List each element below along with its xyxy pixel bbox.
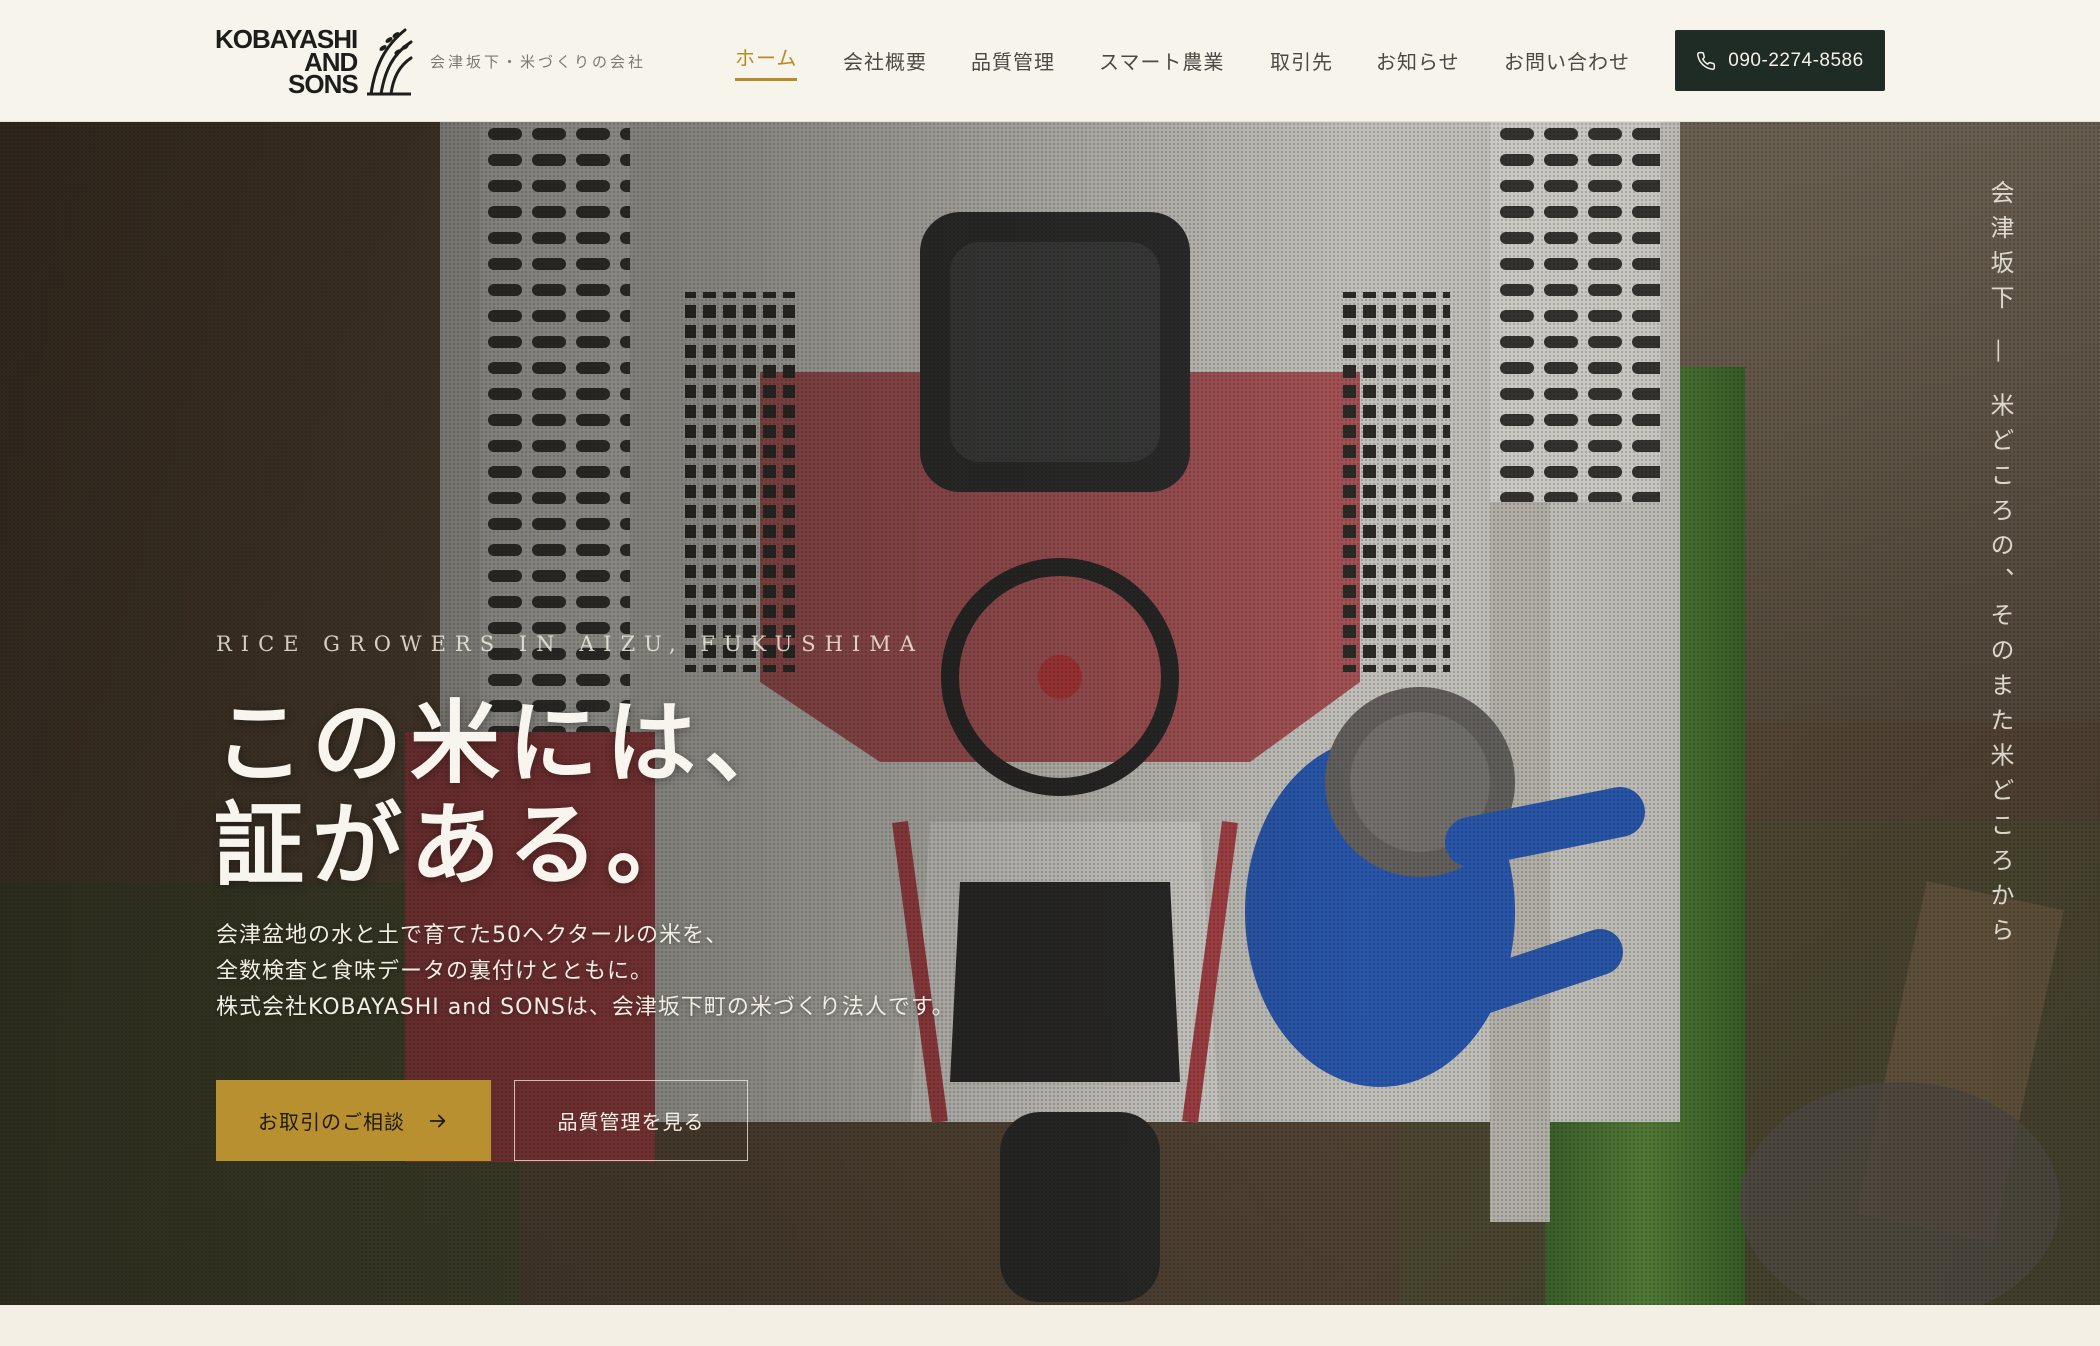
nav-item-news[interactable]: お知らせ	[1376, 46, 1460, 75]
arrow-right-icon	[429, 1114, 446, 1127]
phone-button[interactable]: 090-2274-8586	[1675, 30, 1885, 91]
header-tagline: 会津坂下・米づくりの会社	[430, 53, 647, 71]
view-quality-label: 品質管理を見る	[557, 1110, 705, 1134]
business-inquiry-label: お取引のご相談	[258, 1110, 405, 1134]
hero-lead-line-3: 株式会社KOBAYASHI and SONSは、会津坂下町の米づくり法人です。	[216, 995, 955, 1020]
vertical-tagline: 会津坂下 — 米どころの、そのまた米どころから	[1986, 180, 2014, 953]
phone-icon	[1697, 51, 1716, 70]
nav-item-company[interactable]: 会社概要	[843, 46, 927, 75]
hero-section: RICE GROWERS IN AIZU, FUKUSHIMA この米には、 証…	[0, 122, 2100, 1305]
hero-eyebrow: RICE GROWERS IN AIZU, FUKUSHIMA	[216, 632, 924, 656]
view-quality-button[interactable]: 品質管理を見る	[514, 1080, 748, 1161]
nav-item-smart-agriculture[interactable]: スマート農業	[1099, 46, 1224, 75]
hero-title-line-2: 証がある。	[214, 792, 704, 898]
hero-title-line-1: この米には、	[214, 690, 802, 796]
rice-stalk-logo-icon	[367, 28, 413, 96]
hero-title: この米には、 証がある。	[214, 692, 802, 896]
business-inquiry-button[interactable]: お取引のご相談	[216, 1080, 491, 1161]
hero-lead-line-2: 全数検査と食味データの裏付けとともに。	[216, 959, 654, 984]
logo-text-sons: SONS	[288, 69, 359, 99]
company-logo[interactable]: KOBAYASHI AND SONS	[215, 24, 413, 99]
hero-lead-line-1: 会津盆地の水と土で育てた50ヘクタールの米を、	[216, 923, 729, 948]
nav-item-contact[interactable]: お問い合わせ	[1504, 46, 1630, 75]
nav-item-home[interactable]: ホーム	[735, 42, 798, 81]
next-section-edge	[0, 1305, 2100, 1346]
phone-number: 090-2274-8586	[1728, 49, 1864, 71]
hero-lead: 会津盆地の水と土で育てた50ヘクタールの米を、 全数検査と食味データの裏付けとと…	[216, 918, 955, 1026]
nav-item-quality[interactable]: 品質管理	[971, 46, 1055, 75]
nav-item-partners[interactable]: 取引先	[1270, 46, 1333, 75]
site-header: KOBAYASHI AND SONS 会津坂下・米づくりの会社 ホーム 会社概要…	[0, 0, 2100, 122]
